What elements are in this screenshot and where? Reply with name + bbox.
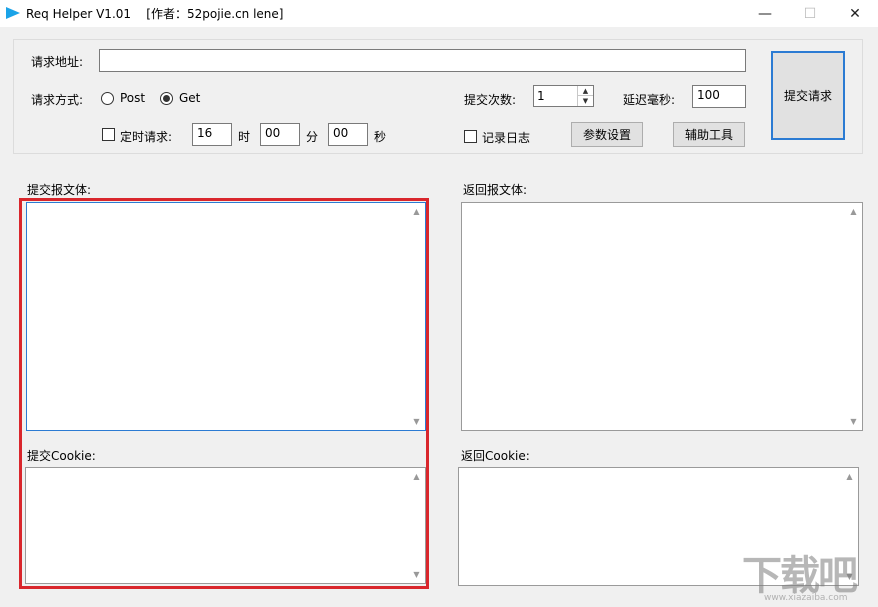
url-label: 请求地址: [31, 55, 84, 69]
scroll-down-arrow-icon[interactable]: ▼ [408, 566, 425, 583]
submit-cookie-textarea[interactable]: ▲ ▼ [25, 467, 426, 584]
submit-request-button[interactable]: 提交请求 [771, 51, 845, 140]
close-button[interactable]: ✕ [832, 0, 878, 27]
scroll-down-arrow-icon[interactable]: ▼ [845, 413, 862, 430]
return-cookie-label: 返回Cookie: [461, 449, 530, 463]
return-body-scrollbar[interactable]: ▲ ▼ [845, 203, 862, 430]
submit-count-label: 提交次数: [464, 93, 517, 107]
return-body-textarea[interactable]: ▲ ▼ [461, 202, 863, 431]
hour-unit: 时 [238, 130, 251, 144]
second-unit: 秒 [374, 130, 387, 144]
watermark-logo: 下载吧 www.xiazaiba.com [742, 543, 878, 607]
submit-body-scrollbar[interactable]: ▲ ▼ [408, 203, 425, 430]
submit-count-value[interactable]: 1 [537, 89, 545, 103]
scroll-down-arrow-icon[interactable]: ▼ [408, 413, 425, 430]
spinner-buttons: ▲ ▼ [577, 86, 593, 106]
submit-body-label: 提交报文体: [27, 183, 92, 197]
watermark-url: www.xiazaiba.com [764, 593, 848, 603]
get-radio-label[interactable]: Get [179, 91, 200, 105]
post-radio[interactable] [101, 92, 114, 105]
method-label: 请求方式: [31, 93, 84, 107]
timer-hour-input[interactable]: 16 [192, 123, 232, 146]
scroll-up-arrow-icon[interactable]: ▲ [841, 468, 858, 485]
timer-second-input[interactable]: 00 [328, 123, 368, 146]
spinner-down-button[interactable]: ▼ [578, 96, 593, 106]
submit-cookie-label: 提交Cookie: [27, 449, 96, 463]
spinner-up-button[interactable]: ▲ [578, 86, 593, 96]
scroll-up-arrow-icon[interactable]: ▲ [408, 203, 425, 220]
scroll-up-arrow-icon[interactable]: ▲ [408, 468, 425, 485]
submit-cookie-scrollbar[interactable]: ▲ ▼ [408, 468, 425, 583]
return-body-label: 返回报文体: [463, 183, 528, 197]
log-checkbox-label[interactable]: 记录日志 [482, 129, 530, 146]
timer-checkbox[interactable] [102, 128, 115, 141]
submit-count-spinner[interactable]: 1 ▲ ▼ [533, 85, 594, 107]
params-settings-button[interactable]: 参数设置 [571, 122, 643, 147]
get-radio[interactable] [160, 92, 173, 105]
window-title: Req Helper V1.01 [作者：52pojie.cn lene] [26, 7, 284, 21]
log-checkbox[interactable] [464, 130, 477, 143]
url-input[interactable] [99, 49, 746, 72]
helper-tools-button[interactable]: 辅助工具 [673, 122, 745, 147]
delay-input[interactable]: 100 [692, 85, 746, 108]
minute-unit: 分 [306, 130, 319, 144]
submit-body-textarea[interactable]: ▲ ▼ [26, 202, 426, 431]
timer-minute-input[interactable]: 00 [260, 123, 300, 146]
maximize-button[interactable]: ☐ [787, 0, 833, 27]
scroll-up-arrow-icon[interactable]: ▲ [845, 203, 862, 220]
app-play-icon [6, 7, 20, 19]
minimize-button[interactable]: — [742, 0, 788, 27]
client-area: 请求地址: 请求方式: Post Get 提交次数: 1 ▲ ▼ 延迟毫秒: 1… [0, 27, 878, 607]
title-bar: Req Helper V1.01 [作者：52pojie.cn lene] — … [0, 0, 878, 27]
request-settings-group: 请求地址: 请求方式: Post Get 提交次数: 1 ▲ ▼ 延迟毫秒: 1… [13, 39, 863, 154]
delay-label: 延迟毫秒: [623, 93, 676, 107]
post-radio-label[interactable]: Post [120, 91, 145, 105]
timer-label[interactable]: 定时请求: [120, 128, 172, 145]
